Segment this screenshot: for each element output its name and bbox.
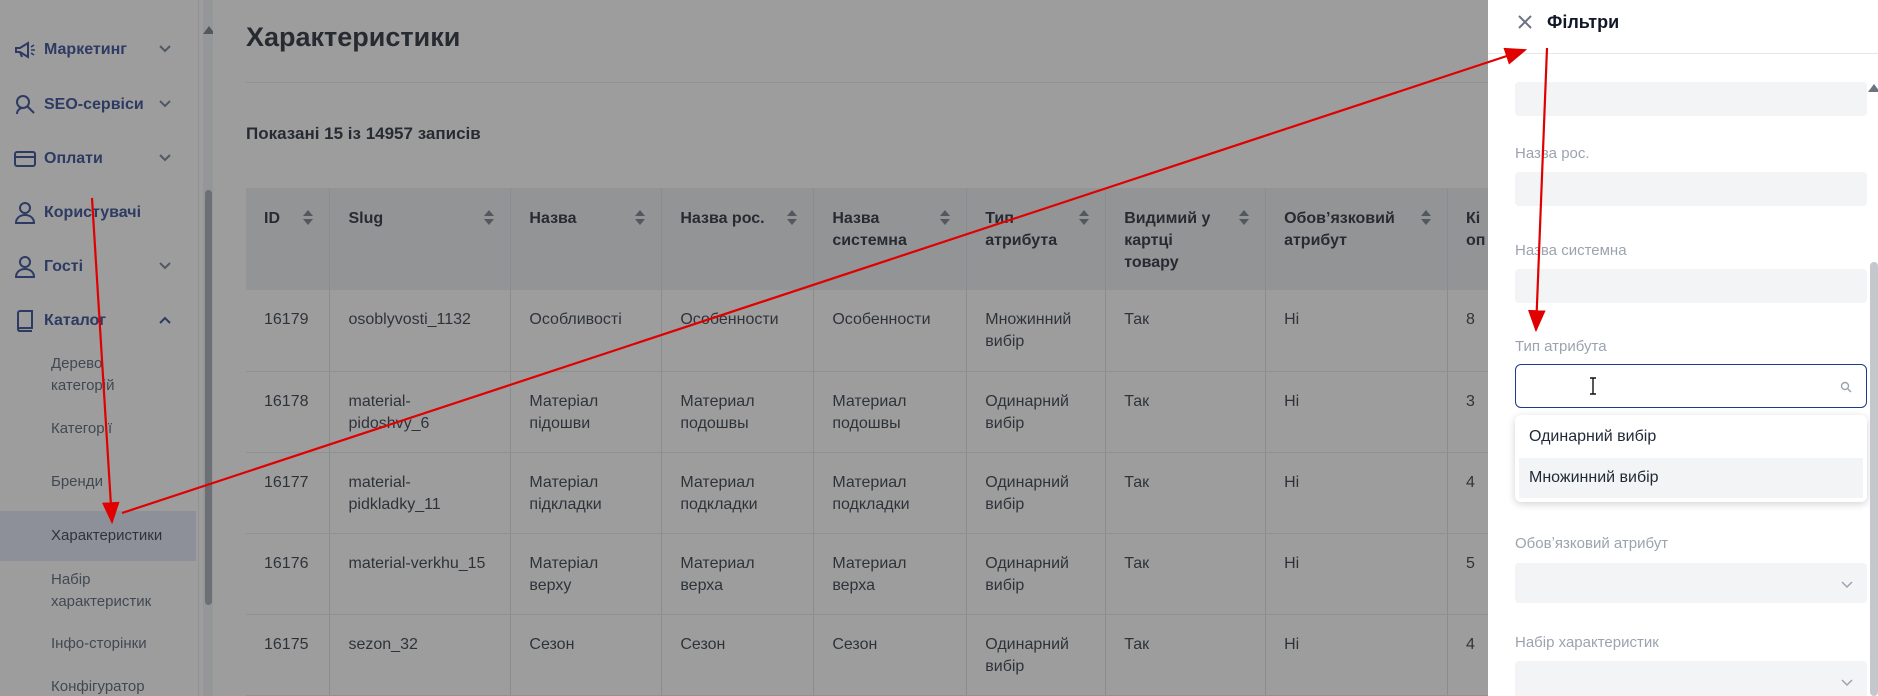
filter-field-top[interactable] xyxy=(1515,82,1867,116)
panel-scroll-up-icon[interactable] xyxy=(1868,84,1878,92)
chevron-down-icon xyxy=(1841,576,1853,589)
label-name-sys: Назва системна xyxy=(1515,242,1627,259)
filter-required-select[interactable] xyxy=(1515,563,1867,603)
chevron-down-icon xyxy=(1841,674,1853,687)
type-dropdown: Одинарний вибір Множинний вибір xyxy=(1515,415,1867,502)
text-cursor-icon xyxy=(1588,376,1598,396)
label-set: Набір характеристик xyxy=(1515,634,1659,651)
option-single-choice[interactable]: Одинарний вибір xyxy=(1519,417,1863,457)
filters-panel: Фільтри Назва рос. Назва системна Тип ат… xyxy=(1488,0,1878,696)
label-required: Обовʼязковий атрибут xyxy=(1515,535,1669,552)
panel-header: Фільтри xyxy=(1488,0,1878,54)
panel-scroll-thumb[interactable] xyxy=(1870,262,1878,696)
label-type: Тип атрибута xyxy=(1515,338,1607,355)
label-name-ru: Назва рос. xyxy=(1515,145,1590,162)
filter-name-sys-input[interactable] xyxy=(1515,269,1867,303)
modal-overlay[interactable] xyxy=(0,0,1488,696)
filter-name-ru-input[interactable] xyxy=(1515,172,1867,206)
option-multiple-choice[interactable]: Множинний вибір xyxy=(1519,458,1863,498)
filter-set-select[interactable] xyxy=(1515,661,1867,696)
type-search-input[interactable] xyxy=(1516,365,1866,407)
filter-type-input[interactable] xyxy=(1515,364,1867,408)
panel-title: Фільтри xyxy=(1547,12,1620,32)
close-icon[interactable] xyxy=(1516,13,1534,31)
search-icon xyxy=(1840,380,1854,394)
